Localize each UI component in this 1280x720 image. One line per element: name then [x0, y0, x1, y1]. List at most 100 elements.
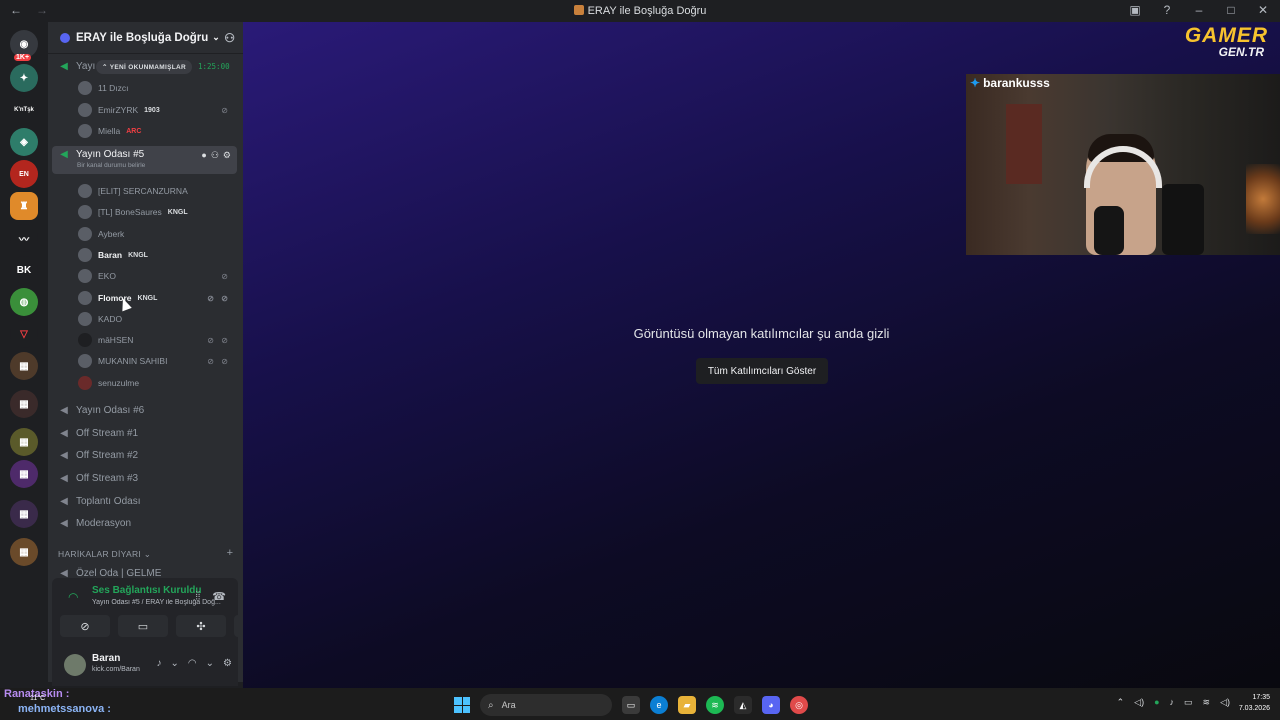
muted-icon: ⊘ [207, 335, 214, 345]
deafened-icon: ⊘ [221, 105, 228, 115]
invite-icon[interactable]: ⚇ [211, 150, 219, 161]
member-item[interactable]: senuzulme [78, 373, 238, 393]
file-explorer-icon[interactable]: ▰ [678, 696, 696, 714]
user-status: kick.com/Baran [92, 666, 140, 673]
weather-temp[interactable]: 11°C [30, 695, 45, 702]
chevron-down-icon[interactable]: ⌄ [206, 658, 214, 669]
member-tag: 1903 [144, 106, 160, 114]
channel-off-stream-3[interactable]: ◀ Off Stream #3 [52, 468, 237, 488]
cam-handle: ✦ barankusss [970, 76, 1050, 90]
member-item[interactable]: EKO ⊘ [78, 266, 238, 286]
member-item[interactable]: KADO [78, 309, 238, 329]
windows-start-icon[interactable] [454, 697, 470, 713]
maximize-icon[interactable]: □ [1224, 3, 1238, 17]
member-item[interactable]: Ayberk [78, 224, 238, 244]
speaker-icon: ◀ [60, 149, 68, 160]
server-icon-6[interactable]: ♜ [10, 192, 38, 220]
server-icon-10[interactable]: ▽ [10, 320, 38, 348]
voice-status[interactable]: Ses Bağlantısı Kuruldu [92, 585, 201, 596]
server-folder-3[interactable]: ▦ [10, 428, 38, 456]
channel-yayin-odasi-5[interactable]: ◀ Yayın Odası #5 Bir kanal durumu belirl… [52, 146, 237, 174]
server-icon-8[interactable]: BK [10, 256, 38, 284]
disconnect-icon[interactable]: ☎ [212, 590, 226, 603]
gear-icon[interactable]: ⚙ [223, 658, 232, 669]
clock-date: 7.03.2026 [1238, 705, 1270, 712]
chair [1162, 184, 1204, 255]
member-item[interactable]: [ELIT] SERCANZURNA [78, 181, 238, 201]
spotify-icon[interactable]: ≋ [706, 696, 724, 714]
avatar[interactable] [64, 654, 86, 676]
server-icon-5[interactable]: EN [10, 160, 38, 188]
task-view-icon[interactable]: ▭ [622, 696, 640, 714]
server-folder-4[interactable]: ▦ [10, 460, 38, 488]
server-folder-2[interactable]: ▦ [10, 390, 38, 418]
avatar [78, 354, 92, 368]
member-item[interactable]: Baran KNGL [78, 245, 238, 265]
inbox-icon[interactable]: ▣ [1128, 3, 1142, 17]
channel-moderasyon[interactable]: ◀ Moderasyon [52, 513, 237, 533]
add-member-icon[interactable]: ⚇ [224, 31, 235, 45]
member-name: Baran [98, 250, 123, 260]
deafened-icon: ⊘ [221, 293, 228, 303]
server-header[interactable]: ERAY ile Boşluğa Doğru ⌄ ⚇ [48, 22, 243, 54]
activities-button[interactable]: ✣ [176, 615, 226, 637]
channel-label: Off Stream #3 [76, 472, 139, 484]
channel-yayin-odasi-6[interactable]: ◀ Yayın Odası #6 [52, 400, 237, 420]
noise-suppression-icon[interactable]: ⦙⦙ [195, 590, 200, 603]
chat-icon[interactable]: ● [201, 150, 206, 161]
chevron-up-icon[interactable]: ⌃ [1117, 697, 1125, 708]
volume-icon[interactable]: ◁) [1220, 697, 1230, 708]
help-icon[interactable]: ? [1160, 3, 1174, 17]
activities-icon: ✣ [196, 620, 206, 633]
member-item[interactable]: EmirZYRK 1903 ⊘ [78, 100, 238, 120]
channel-off-stream-1[interactable]: ◀ Off Stream #1 [52, 423, 237, 443]
microphone-tray-icon[interactable]: ♪ [1170, 697, 1175, 708]
member-item[interactable]: māHSEN ⊘ ⊘ [78, 330, 238, 350]
avatar [78, 269, 92, 283]
wifi-icon[interactable]: ≋ [1203, 697, 1211, 708]
server-icon-3[interactable]: K'nTşk [10, 96, 38, 124]
channel-status[interactable]: Bir kanal durumu belirle [77, 162, 145, 169]
show-all-participants-button[interactable]: Tüm Katılımcıları Göster [696, 358, 828, 384]
server-folder-5[interactable]: ▦ [10, 500, 38, 528]
discord-icon[interactable]: ◕ [762, 696, 780, 714]
channel-label: Yayın Odası #6 [76, 404, 145, 416]
member-item[interactable]: 11 Dızcı [78, 78, 238, 98]
minimize-icon[interactable]: – [1192, 3, 1206, 17]
app-icon-red[interactable]: ◎ [790, 696, 808, 714]
taskbar-search[interactable]: ⌕ Ara [480, 694, 612, 716]
channel-toplanti-odasi[interactable]: ◀ Toplantı Odası [52, 491, 237, 511]
clock[interactable]: 17:35 7.03.2026 [1239, 692, 1270, 714]
member-item[interactable]: Miella ARC [78, 121, 238, 141]
window-controls: ▣ ? – □ ✕ [1128, 3, 1270, 17]
speaker-tray-icon[interactable]: ◁) [1134, 697, 1144, 708]
gamergen-logo: GAMER GEN.TR [1138, 25, 1268, 59]
member-item[interactable]: [TL] BoneSaures KNGL [78, 202, 238, 222]
unread-pill[interactable]: ⌃ YENİ OKUNMAMIŞLAR [96, 60, 192, 74]
edge-icon[interactable]: e [650, 696, 668, 714]
headphones-icon[interactable]: ◠ [188, 658, 197, 669]
network-icon[interactable]: ▭ [1184, 697, 1193, 708]
app-icon[interactable]: ◭ [734, 696, 752, 714]
server-icon-4[interactable]: ◈ [10, 128, 38, 156]
server-icon-7[interactable]: 〰 [10, 224, 38, 252]
server-icon-2[interactable]: ✦ [10, 64, 38, 92]
server-folder-6[interactable]: ▦ [10, 538, 38, 566]
gear-icon[interactable]: ⚙ [223, 150, 231, 161]
member-item[interactable]: MUKANIN SAHIBI ⊘ ⊘ [78, 351, 238, 371]
channel-label: Yayı [76, 60, 96, 72]
microphone-icon[interactable]: ♪ [157, 658, 162, 669]
camera-button[interactable]: ⊘ [60, 615, 110, 637]
status-dot-icon[interactable]: ● [1154, 697, 1159, 708]
screen-share-button[interactable]: ▭ [118, 615, 168, 637]
category-header[interactable]: HARİKALAR DİYARI ⌄ [58, 549, 151, 560]
add-channel-icon[interactable]: + [227, 547, 233, 559]
server-icon-9[interactable]: ◍ [10, 288, 38, 316]
member-tag: ARC [126, 127, 142, 135]
server-folder-1[interactable]: ▦ [10, 352, 38, 380]
member-item[interactable]: Flomore KNGL ⊘ ⊘ [78, 288, 238, 308]
server-icon-1[interactable]: ◉ 1K+ [10, 30, 38, 61]
channel-off-stream-2[interactable]: ◀ Off Stream #2 [52, 445, 237, 465]
close-icon[interactable]: ✕ [1256, 3, 1270, 17]
chevron-down-icon[interactable]: ⌄ [171, 658, 179, 669]
